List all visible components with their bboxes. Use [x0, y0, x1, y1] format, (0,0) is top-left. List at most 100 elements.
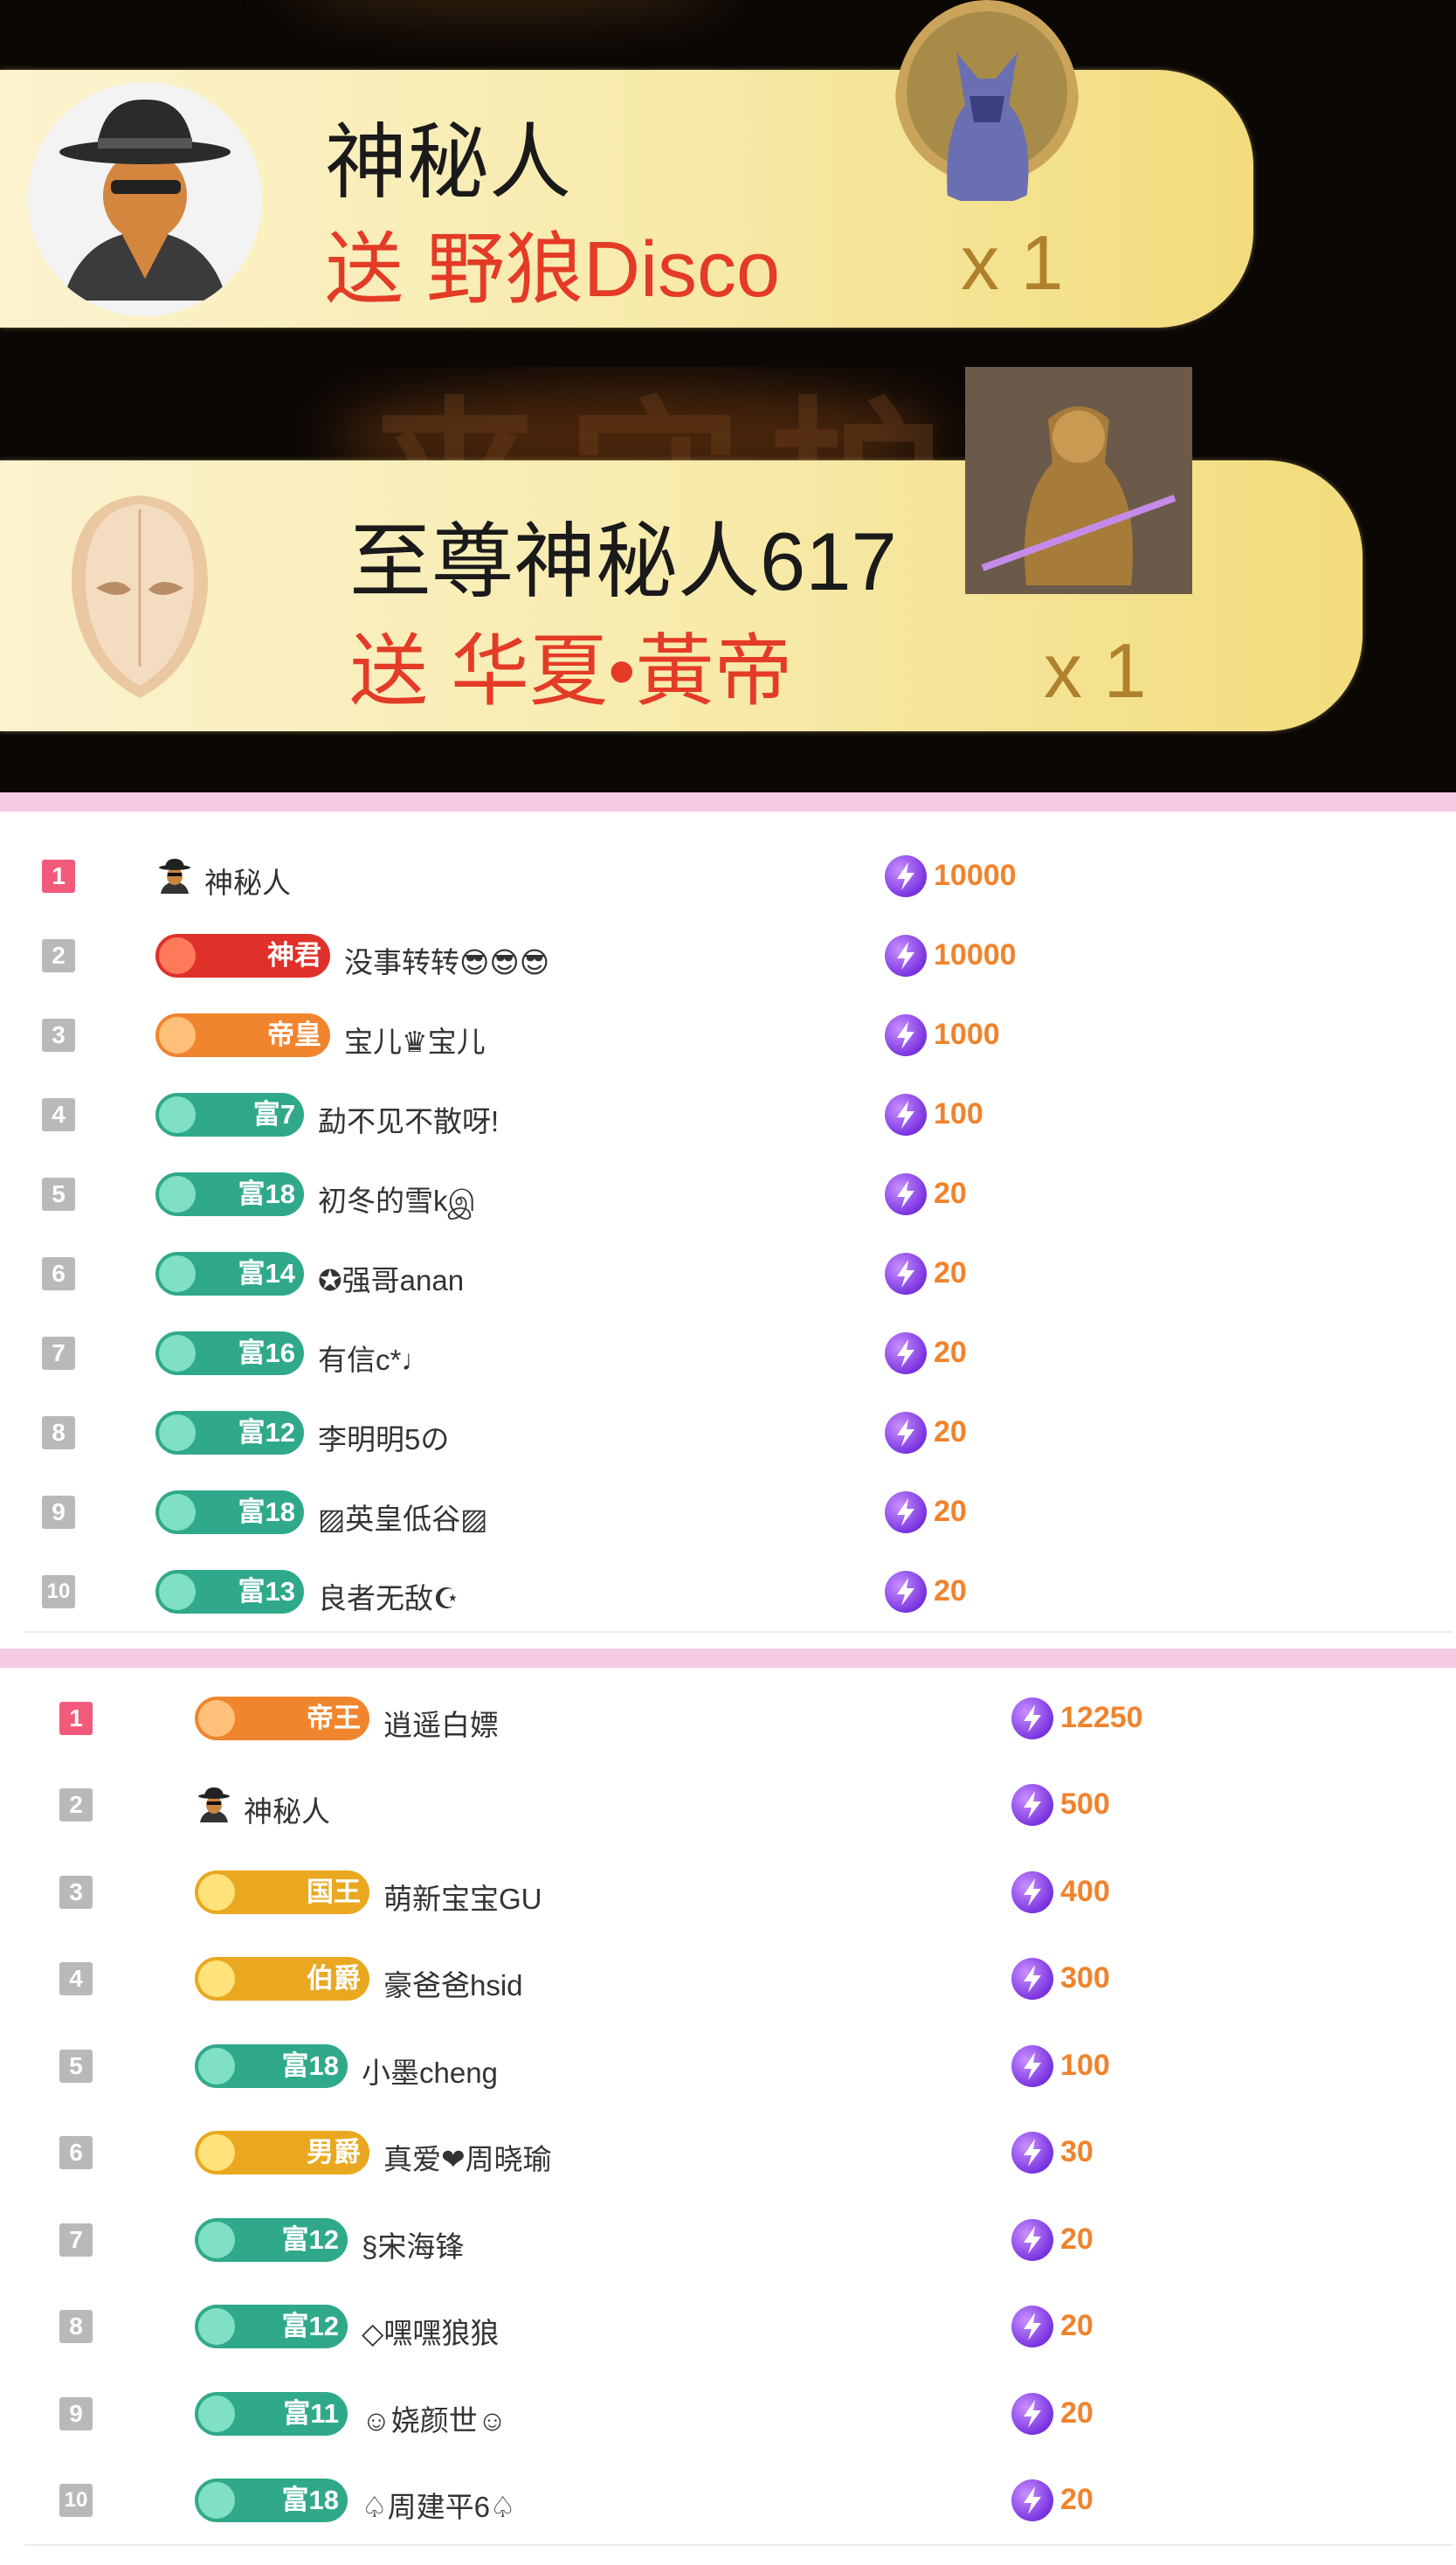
ranking-row[interactable]: 1 帝王 逍遥白嫖 12250 — [24, 1675, 1453, 1764]
rank-number: 4 — [59, 1962, 93, 1996]
ranking-row[interactable]: 2 神秘人 500 — [24, 1761, 1453, 1850]
ranking-row[interactable]: 6 男爵 真爱❤周晓瑜 30 — [24, 2109, 1453, 2198]
user-name[interactable]: 宝儿♛宝儿 — [344, 1019, 486, 1061]
gift-amount: 20 — [934, 1335, 967, 1369]
badge-label: 富18 — [281, 2485, 339, 2516]
gift-amount: 20 — [934, 1494, 967, 1528]
badge-label: 富14 — [238, 1257, 295, 1289]
rank-number: 2 — [42, 938, 75, 972]
gift-amount: 400 — [1060, 1874, 1110, 1908]
ranking-row[interactable]: 4 伯爵 豪爸爸hsid 300 — [24, 1935, 1453, 2024]
ranking-row[interactable]: 3 国王 萌新宝宝GU 400 — [24, 1849, 1453, 1938]
gift-wolf-image — [895, 0, 1079, 205]
rank-number: 9 — [59, 2396, 93, 2430]
badge-label: 富16 — [238, 1337, 295, 1368]
gift-amount: 100 — [1060, 2048, 1110, 2082]
ranking-row[interactable]: 10 富13 良者无敌☪ 20 — [24, 1552, 1453, 1633]
ranking-list-2: 1 帝王 逍遥白嫖 12250 2 神秘人 500 3 国王 萌新宝宝GU 400 4 伯爵 豪爸爸hsi… — [0, 1649, 1456, 2565]
user-name[interactable]: ▨英皇低谷▨ — [318, 1496, 487, 1538]
badge-label: 帝王 — [307, 1702, 361, 1733]
user-name[interactable]: ☺娆颜世☺ — [362, 2397, 507, 2439]
badge-label: 富18 — [238, 1496, 295, 1527]
mystery-man-icon — [195, 1786, 233, 1824]
ranking-row[interactable]: 10 富18 ♤周建平6♤ 20 — [24, 2457, 1453, 2546]
ranking-row[interactable]: 3 帝皇 宝儿♛宝儿 1000 — [24, 995, 1453, 1076]
user-name[interactable]: §宋海锋 — [362, 2223, 464, 2265]
ranking-list-1: 1 神秘人 10000 2 神君 没事转转😎😎😎 10000 3 帝皇 宝儿♛宝儿 1000 4 富7 勐… — [0, 792, 1456, 1666]
user-name[interactable]: 萌新宝宝GU — [383, 1876, 542, 1918]
badge-label: 帝皇 — [267, 1019, 321, 1050]
user-name[interactable]: 李明明5の — [318, 1416, 449, 1458]
ranking-row[interactable]: 7 富16 有信c*♩ 20 — [24, 1313, 1453, 1394]
ranking-row[interactable]: 8 富12 ◇嘿嘿狼狼 20 — [24, 2283, 1453, 2372]
user-name[interactable]: 真爱❤周晓瑜 — [383, 2136, 552, 2178]
user-name[interactable]: 神秘人 — [244, 1788, 330, 1830]
user-name[interactable]: 小墨cheng — [362, 2050, 498, 2091]
user-name[interactable]: 良者无敌☪ — [318, 1575, 459, 1617]
user-name[interactable]: 没事转转😎😎😎 — [344, 939, 549, 981]
level-badge: 帝王 — [195, 1696, 369, 1740]
gift-amount: 1000 — [934, 1017, 1000, 1051]
mask-avatar — [61, 492, 218, 702]
lightning-coin-icon — [1011, 2044, 1053, 2087]
mystery-man-icon — [155, 857, 194, 895]
lightning-coin-icon — [1011, 1784, 1053, 1827]
gift-amount: 20 — [934, 1255, 967, 1289]
gift-verb: 送 — [349, 628, 428, 716]
ranking-row[interactable]: 6 富14 ✪强哥anan 20 — [24, 1234, 1453, 1315]
user-name[interactable]: ♤周建平6♤ — [362, 2484, 516, 2526]
sender-avatar — [28, 82, 262, 316]
gift-amount: 20 — [934, 1573, 967, 1607]
lightning-coin-icon — [885, 1490, 927, 1533]
level-badge: 国王 — [195, 1870, 369, 1914]
user-name[interactable]: 神秘人 — [204, 860, 291, 902]
ranking-row[interactable]: 9 富11 ☺娆颜世☺ 20 — [24, 2370, 1453, 2459]
ranking-row[interactable]: 1 神秘人 10000 — [24, 836, 1453, 917]
gift-name: 华夏•黃帝 — [451, 628, 793, 716]
level-badge: 男爵 — [195, 2131, 369, 2175]
rank-number: 8 — [59, 2310, 93, 2344]
ranking-row[interactable]: 8 富12 李明明5の 20 — [24, 1393, 1453, 1474]
level-badge: 富12 — [195, 2217, 348, 2262]
level-badge: 富13 — [155, 1569, 304, 1614]
lightning-coin-icon — [1011, 1958, 1053, 2001]
gift-count: x 1 — [961, 219, 1064, 306]
user-name[interactable]: 豪爸爸hsid — [383, 1962, 523, 2004]
user-name[interactable]: 勐不见不散呀! — [318, 1098, 499, 1140]
lightning-coin-icon — [1011, 1870, 1053, 1913]
sender-name: 至尊神秘人617 — [349, 515, 897, 607]
lightning-coin-icon — [885, 1331, 927, 1374]
ranking-row[interactable]: 5 富18 小墨cheng 100 — [24, 2022, 1453, 2112]
lightning-coin-icon — [885, 1172, 927, 1215]
rank-number: 6 — [42, 1256, 75, 1290]
user-name[interactable]: 逍遥白嫖 — [383, 1702, 499, 1744]
level-badge: 富18 — [155, 1172, 304, 1216]
level-badge: 富18 — [155, 1490, 304, 1534]
user-name[interactable]: ◇嘿嘿狼狼 — [362, 2310, 499, 2352]
badge-label: 富11 — [283, 2397, 339, 2429]
ranking-row[interactable]: 7 富12 §宋海锋 20 — [24, 2196, 1453, 2285]
rank-number: 1 — [42, 859, 75, 893]
user-name[interactable]: ✪强哥anan — [318, 1257, 464, 1299]
lightning-coin-icon — [1011, 2306, 1053, 2348]
level-badge: 富7 — [155, 1092, 304, 1137]
rank-number: 1 — [59, 1701, 93, 1735]
user-name[interactable]: 初冬的雪kஇ — [318, 1178, 476, 1222]
badge-label: 富12 — [281, 2311, 339, 2342]
level-badge: 伯爵 — [195, 1957, 369, 2002]
ranking-row[interactable]: 5 富18 初冬的雪kஇ 20 — [24, 1154, 1453, 1235]
rank-number: 3 — [59, 1875, 93, 1909]
lightning-coin-icon — [885, 1570, 927, 1613]
ranking-row[interactable]: 2 神君 没事转转😎😎😎 10000 — [24, 916, 1453, 997]
gift-amount: 20 — [1060, 2396, 1094, 2430]
rank-number: 5 — [59, 2049, 93, 2083]
rank-number: 10 — [59, 2484, 93, 2518]
lightning-coin-icon — [1011, 2132, 1053, 2174]
ranking-row[interactable]: 4 富7 勐不见不散呀! 100 — [24, 1075, 1453, 1156]
badge-label: 富7 — [252, 1098, 295, 1130]
ranking-row[interactable]: 9 富18 ▨英皇低谷▨ 20 — [24, 1472, 1453, 1553]
gift-amount: 12250 — [1060, 1700, 1143, 1734]
lightning-coin-icon — [885, 1013, 927, 1056]
user-name[interactable]: 有信c*♩ — [318, 1337, 430, 1379]
level-badge: 富16 — [155, 1331, 304, 1375]
